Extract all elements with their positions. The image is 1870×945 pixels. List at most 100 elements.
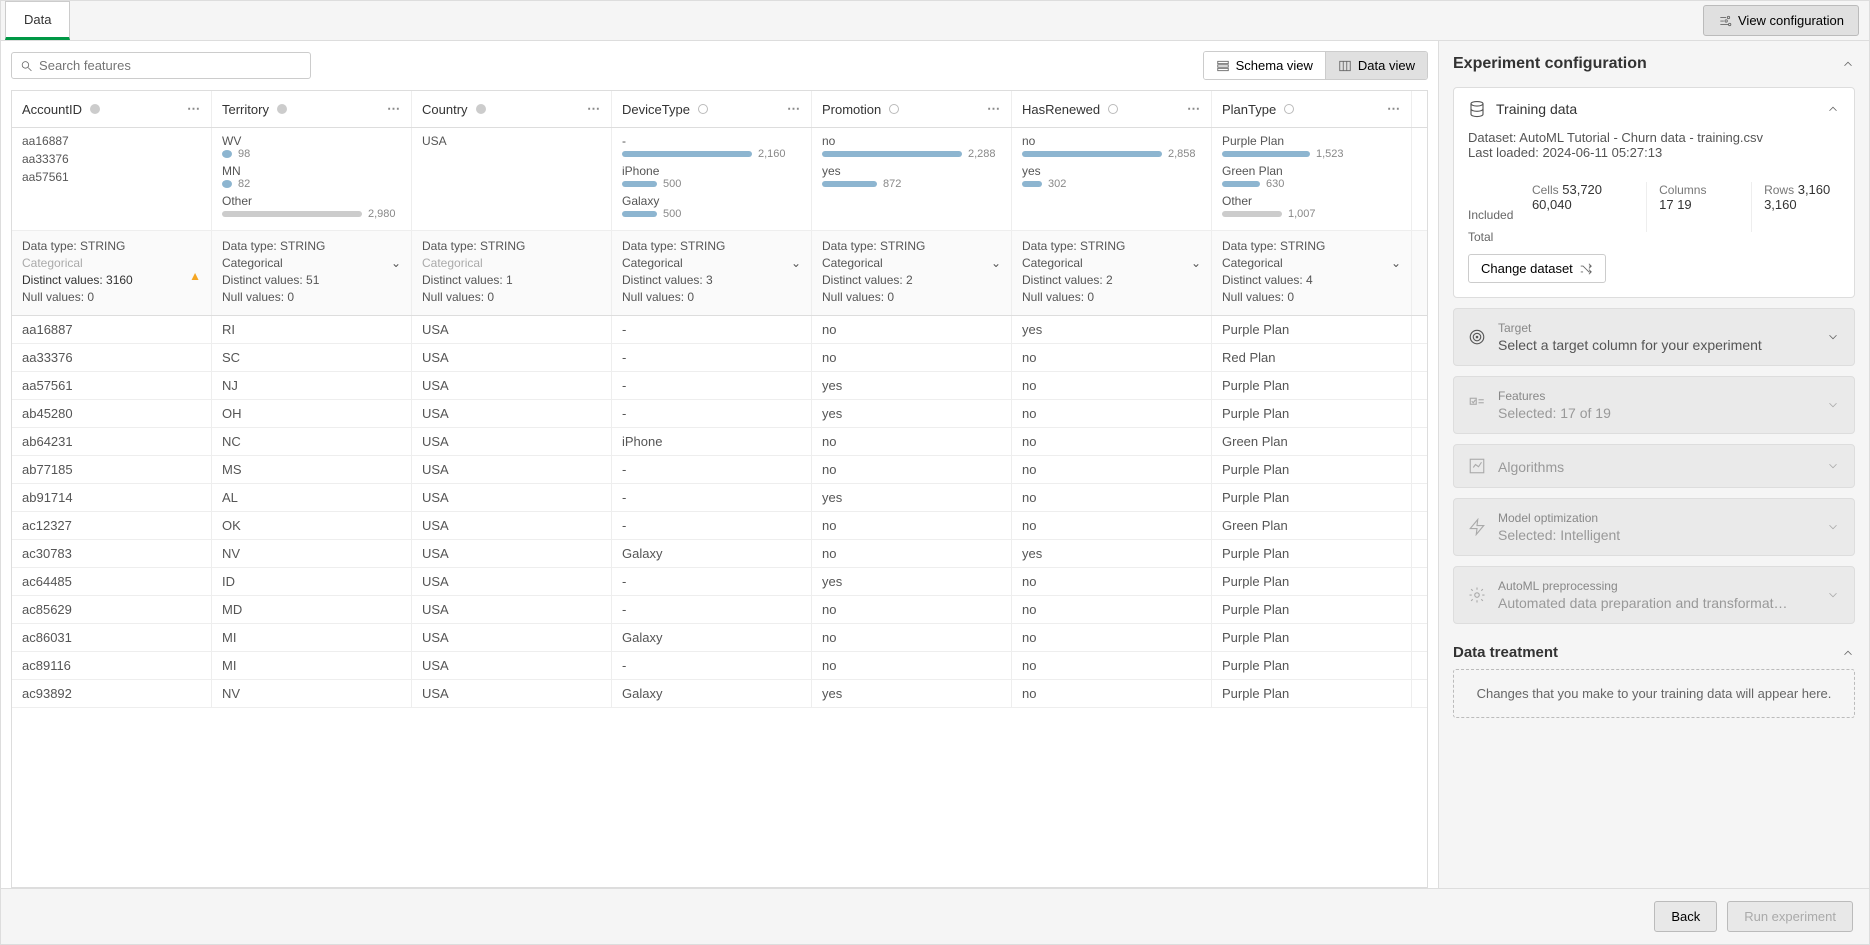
cell: - [612, 484, 812, 511]
run-experiment-button[interactable]: Run experiment [1727, 901, 1853, 932]
table-row[interactable]: ac93892NVUSAGalaxyyesnoPurple Plan [12, 680, 1427, 708]
cell: yes [812, 680, 1012, 707]
features-card[interactable]: Features Selected: 17 of 19 [1454, 377, 1854, 433]
more-icon[interactable]: ⋯ [387, 101, 401, 117]
chevron-up-icon [1826, 102, 1840, 116]
cell: aa57561 [12, 372, 212, 399]
chevron-up-icon[interactable] [1841, 646, 1855, 660]
column-header-accountid[interactable]: AccountID⋯ [12, 91, 212, 127]
column-header-country[interactable]: Country⋯ [412, 91, 612, 127]
more-icon[interactable]: ⋯ [1387, 101, 1401, 117]
chevron-up-icon[interactable] [1841, 57, 1855, 71]
status-dot-icon [476, 104, 486, 114]
table-row[interactable]: ac89116MIUSA-nonoPurple Plan [12, 652, 1427, 680]
table-row[interactable]: ab64231NCUSAiPhonenonoGreen Plan [12, 428, 1427, 456]
distribution-hasrenewed: no2,858yes302 [1012, 128, 1212, 230]
more-icon[interactable]: ⋯ [987, 101, 1001, 117]
schema-view-button[interactable]: Schema view [1204, 52, 1326, 79]
search-input-wrapper[interactable] [11, 52, 311, 79]
table-row[interactable]: aa33376SCUSA-nonoRed Plan [12, 344, 1427, 372]
table-row[interactable]: ac86031MIUSAGalaxynonoPurple Plan [12, 624, 1427, 652]
more-icon[interactable]: ⋯ [587, 101, 601, 117]
data-treatment-header: Data treatment [1453, 644, 1855, 661]
table-row[interactable]: ac64485IDUSA-yesnoPurple Plan [12, 568, 1427, 596]
target-card[interactable]: Target Select a target column for your e… [1454, 309, 1854, 365]
preprocessing-card[interactable]: AutoML preprocessing Automated data prep… [1454, 567, 1854, 623]
model-opt-label: Model optimization [1498, 511, 1620, 525]
data-grid[interactable]: AccountID⋯Territory⋯Country⋯DeviceType⋯P… [11, 90, 1428, 888]
cell: USA [412, 456, 612, 483]
meta-promotion: Data type: STRING Categorical⌄ Distinct … [812, 231, 1012, 315]
model-optimization-card[interactable]: Model optimization Selected: Intelligent [1454, 499, 1854, 555]
cell: Purple Plan [1212, 316, 1412, 343]
experiment-config-header: Experiment configuration [1453, 55, 1855, 73]
cell: Purple Plan [1212, 596, 1412, 623]
data-view-button[interactable]: Data view [1326, 52, 1427, 79]
table-row[interactable]: ab91714ALUSA-yesnoPurple Plan [12, 484, 1427, 512]
cell: no [1012, 624, 1212, 651]
cell: no [812, 456, 1012, 483]
feature-type-select[interactable]: Categorical⌄ [1022, 256, 1201, 270]
cell: no [812, 316, 1012, 343]
cell: Purple Plan [1212, 540, 1412, 567]
feature-type-select[interactable]: Categorical⌄ [222, 256, 401, 270]
cell: NJ [212, 372, 412, 399]
cell: no [812, 596, 1012, 623]
cell: Purple Plan [1212, 680, 1412, 707]
cell: yes [1012, 540, 1212, 567]
view-configuration-button[interactable]: View configuration [1703, 5, 1859, 36]
more-icon[interactable]: ⋯ [187, 101, 201, 117]
val-inc-cols: 17 [1659, 197, 1673, 212]
status-dot-icon [277, 104, 287, 114]
feature-type-select[interactable]: Categorical⌄ [1222, 256, 1401, 270]
table-row[interactable]: aa57561NJUSA-yesnoPurple Plan [12, 372, 1427, 400]
table-row[interactable]: ac85629MDUSA-nonoPurple Plan [12, 596, 1427, 624]
feature-type-select[interactable]: Categorical⌄ [822, 256, 1001, 270]
search-input[interactable] [39, 58, 302, 73]
cell: no [812, 344, 1012, 371]
distribution-territory: WV98MN82Other2,980 [212, 128, 412, 230]
cell: no [1012, 400, 1212, 427]
cell: USA [412, 512, 612, 539]
features-label: Features [1498, 389, 1611, 403]
cell: USA [412, 344, 612, 371]
chevron-down-icon [1826, 520, 1840, 534]
table-row[interactable]: ac12327OKUSA-nonoGreen Plan [12, 512, 1427, 540]
cell: no [1012, 568, 1212, 595]
tab-data[interactable]: Data [5, 1, 70, 40]
cell: ac89116 [12, 652, 212, 679]
last-loaded: Last loaded: 2024-06-11 05:27:13 [1468, 145, 1840, 160]
status-dot-icon [889, 104, 899, 114]
model-opt-text: Selected: Intelligent [1498, 527, 1620, 543]
table-row[interactable]: ac30783NVUSAGalaxynoyesPurple Plan [12, 540, 1427, 568]
column-header-promotion[interactable]: Promotion⋯ [812, 91, 1012, 127]
algorithms-card[interactable]: Algorithms [1454, 445, 1854, 487]
table-row[interactable]: ab45280OHUSA-yesnoPurple Plan [12, 400, 1427, 428]
cell: iPhone [612, 428, 812, 455]
chevron-down-icon [1826, 588, 1840, 602]
column-header-hasrenewed[interactable]: HasRenewed⋯ [1012, 91, 1212, 127]
cell: yes [812, 484, 1012, 511]
column-header-devicetype[interactable]: DeviceType⋯ [612, 91, 812, 127]
more-icon[interactable]: ⋯ [787, 101, 801, 117]
more-icon[interactable]: ⋯ [1187, 101, 1201, 117]
table-row[interactable]: aa16887RIUSA-noyesPurple Plan [12, 316, 1427, 344]
cell: Galaxy [612, 680, 812, 707]
data-treatment-placeholder: Changes that you make to your training d… [1453, 669, 1855, 718]
change-dataset-button[interactable]: Change dataset [1468, 254, 1606, 283]
distribution-accountid: aa16887aa33376aa57561 [12, 128, 212, 230]
cell: - [612, 372, 812, 399]
meta-country: Data type: STRING Categorical Distinct v… [412, 231, 612, 315]
cell: Purple Plan [1212, 624, 1412, 651]
grid-icon [1338, 59, 1352, 73]
cell: ac86031 [12, 624, 212, 651]
back-button[interactable]: Back [1654, 901, 1717, 932]
training-data-card-header[interactable]: Training data [1454, 88, 1854, 130]
meta-devicetype: Data type: STRING Categorical⌄ Distinct … [612, 231, 812, 315]
status-dot-icon [1284, 104, 1294, 114]
column-header-plantype[interactable]: PlanType⋯ [1212, 91, 1412, 127]
table-row[interactable]: ab77185MSUSA-nonoPurple Plan [12, 456, 1427, 484]
cell: ab45280 [12, 400, 212, 427]
column-header-territory[interactable]: Territory⋯ [212, 91, 412, 127]
feature-type-select[interactable]: Categorical⌄ [622, 256, 801, 270]
